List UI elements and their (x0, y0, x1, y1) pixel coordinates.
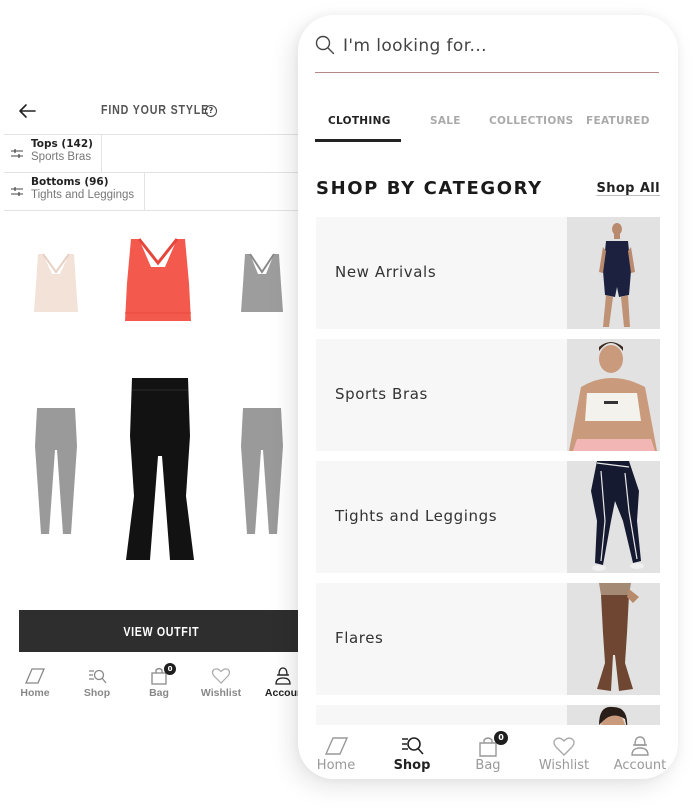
shop-icon (89, 669, 107, 684)
account-icon (275, 667, 291, 685)
nav-bag[interactable]: 0 Bag (129, 663, 189, 699)
filter-sliders-icon (11, 187, 23, 196)
help-icon[interactable]: ? (205, 105, 217, 117)
home-icon (25, 668, 45, 684)
category-image (567, 583, 660, 695)
top-item-left[interactable] (30, 250, 82, 314)
nav-label: Bag (149, 687, 169, 699)
heart-icon (211, 668, 231, 684)
tab-sale[interactable]: SALE (430, 115, 461, 127)
category-image (567, 339, 660, 451)
bag-count-badge: 0 (164, 663, 176, 675)
shop-all-link[interactable]: Shop All (596, 181, 660, 196)
bottom-item-selected[interactable] (124, 376, 196, 562)
tab-collections[interactable]: COLLECTIONS (489, 115, 574, 127)
active-tab-indicator (315, 139, 401, 142)
shop-icon (402, 737, 424, 755)
nav-label: Home (20, 687, 50, 699)
bottom-item-left[interactable] (33, 406, 79, 536)
account-icon (631, 736, 649, 756)
top-item-selected[interactable] (121, 237, 195, 323)
filter-subtitle: Tights and Leggings (31, 189, 135, 201)
outfit-header: FIND YOUR STYLE ? (0, 96, 300, 126)
bottom-nav: Home Shop 0 Bag Wishlist Account (298, 725, 678, 779)
filter-sliders-icon (11, 149, 23, 158)
filter-list: Tops (142) Sports Bras Bottoms (96) Tigh… (4, 134, 300, 211)
nav-label: Wishlist (538, 758, 590, 773)
view-outfit-label: VIEW OUTFIT (123, 623, 200, 639)
category-label: Sports Bras (335, 385, 428, 403)
category-tabs: CLOTHING SALE COLLECTIONS FEATURED (315, 115, 665, 143)
outfit-carousel (0, 220, 300, 570)
category-label: Flares (335, 629, 384, 647)
nav-wishlist[interactable]: Wishlist (526, 735, 602, 773)
filter-row-bottoms: Bottoms (96) Tights and Leggings (4, 173, 300, 211)
filter-tops[interactable]: Tops (142) Sports Bras (4, 135, 102, 172)
nav-shop[interactable]: Shop (374, 735, 450, 773)
search-icon (315, 35, 335, 55)
back-arrow-icon[interactable] (17, 101, 37, 121)
nav-home[interactable]: Home (298, 735, 374, 773)
filter-row-tops: Tops (142) Sports Bras (4, 135, 300, 173)
category-label: Tights and Leggings (335, 507, 498, 525)
shop-screen: CLOTHING SALE COLLECTIONS FEATURED SHOP … (298, 15, 678, 779)
category-flares[interactable]: Flares (316, 583, 660, 695)
nav-home[interactable]: Home (5, 666, 65, 699)
home-icon (324, 737, 348, 755)
nav-account[interactable]: Account (602, 735, 678, 773)
filter-title: Bottoms (96) (31, 176, 109, 188)
category-image (567, 217, 660, 329)
category-new-arrivals[interactable]: New Arrivals (316, 217, 660, 329)
view-outfit-button[interactable]: VIEW OUTFIT (19, 610, 304, 652)
nav-label: Shop (83, 687, 111, 699)
bottom-item-right[interactable] (239, 406, 285, 536)
category-label: New Arrivals (335, 263, 437, 281)
search-input[interactable] (343, 33, 643, 59)
section-title: SHOP BY CATEGORY (316, 178, 543, 199)
nav-wishlist[interactable]: Wishlist (191, 666, 251, 699)
bottom-nav-back: Home Shop 0 Bag Wishlist Accour (0, 663, 310, 706)
filter-title: Tops (142) (31, 138, 93, 150)
tab-featured[interactable]: FEATURED (586, 115, 650, 127)
nav-shop[interactable]: Shop (67, 666, 127, 699)
nav-label: Wishlist (200, 687, 242, 699)
search-bar (315, 31, 659, 73)
category-tights-leggings[interactable]: Tights and Leggings (316, 461, 660, 573)
nav-label: Account (613, 758, 667, 773)
tab-clothing[interactable]: CLOTHING (328, 115, 391, 127)
page-title: FIND YOUR STYLE (101, 102, 210, 117)
nav-label: Home (316, 758, 356, 773)
category-sports-bras[interactable]: Sports Bras (316, 339, 660, 451)
bag-count-badge: 0 (494, 731, 508, 745)
nav-label: Bag (475, 758, 501, 773)
outfit-builder-screen: FIND YOUR STYLE ? Tops (142) Sports Bras… (0, 0, 310, 809)
section-header: SHOP BY CATEGORY Shop All (316, 178, 660, 202)
nav-bag[interactable]: 0 Bag (450, 731, 526, 773)
nav-label: Shop (393, 758, 431, 773)
category-image (567, 461, 660, 573)
filter-bottoms[interactable]: Bottoms (96) Tights and Leggings (4, 173, 145, 210)
heart-icon (553, 737, 575, 756)
top-item-right[interactable] (238, 250, 286, 314)
filter-subtitle: Sports Bras (31, 151, 92, 163)
